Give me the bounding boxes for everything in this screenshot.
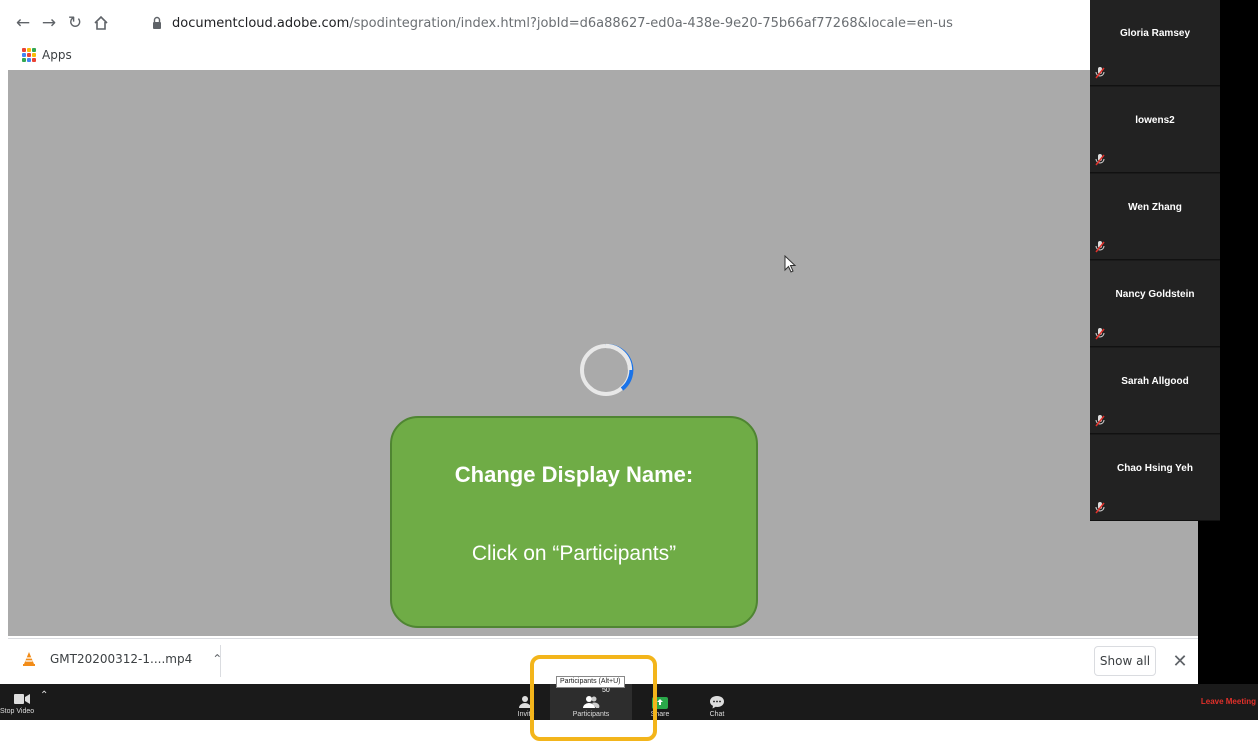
back-arrow-icon[interactable]: ← [12,12,34,34]
apps-grid-icon [22,48,36,62]
muted-mic-icon [1095,415,1105,427]
participant-tile[interactable]: Chao Hsing Yeh [1090,435,1220,521]
muted-mic-icon [1095,502,1105,514]
reload-icon[interactable]: ↻ [64,12,86,34]
participant-name: Chao Hsing Yeh [1117,463,1193,474]
video-options-chevron-icon[interactable]: ⌃ [40,690,48,701]
mouse-cursor-icon [784,255,797,273]
participant-tile[interactable]: Sarah Allgood [1090,348,1220,434]
screen: ← → ↻ documentcloud.adobe.com/spodintegr… [0,0,1258,742]
close-icon[interactable]: ✕ [1168,649,1192,673]
home-icon[interactable] [90,12,112,34]
participant-tile[interactable]: Nancy Goldstein [1090,261,1220,347]
download-filename: GMT20200312-1....mp4 [50,652,193,666]
apps-bookmark[interactable]: Apps [22,48,72,62]
participant-tile[interactable]: lowens2 [1090,87,1220,173]
callout-title: Change Display Name: [454,462,694,487]
loading-spinner-icon [580,343,634,396]
apps-label: Apps [42,48,72,62]
lock-icon [153,16,161,29]
url-path: /spodintegration/index.html?jobId=d6a886… [349,15,953,31]
muted-mic-icon [1095,241,1105,253]
chat-label: Chat [709,711,725,718]
participant-tile[interactable]: Gloria Ramsey [1090,0,1220,86]
participant-name: lowens2 [1135,115,1175,126]
instruction-callout: Change Display Name: Click on “Participa… [390,416,758,628]
leave-meeting-button[interactable]: Leave Meeting [1201,697,1256,706]
participant-video-strip: Gloria Ramsey lowens2 Wen Zhang Nancy Go… [1090,0,1220,521]
address-bar[interactable]: documentcloud.adobe.com/spodintegration/… [150,12,953,34]
participant-name: Gloria Ramsey [1119,28,1191,39]
callout-instruction: Click on “Participants” [471,542,677,565]
stop-video-label[interactable]: Stop Video [0,708,34,715]
show-all-button[interactable]: Show all [1094,646,1156,676]
browser-toolbar: ← → ↻ documentcloud.adobe.com/spodintegr… [0,0,1090,46]
chat-bubble-icon [710,696,724,709]
participant-tile[interactable]: Wen Zhang [1090,174,1220,260]
muted-mic-icon [1095,67,1105,79]
participant-name: Sarah Allgood [1121,376,1189,387]
forward-arrow-icon[interactable]: → [38,12,60,34]
vlc-cone-icon [23,652,35,666]
chat-button[interactable]: Chat [700,684,734,720]
muted-mic-icon [1095,328,1105,340]
url-domain: documentcloud.adobe.com [172,15,350,31]
participants-highlight-box [530,655,657,741]
participant-name: Nancy Goldstein [1115,289,1195,300]
download-item[interactable]: GMT20200312-1....mp4 ⌃ [22,651,222,667]
participant-name: Wen Zhang [1128,202,1182,213]
divider [220,645,221,677]
muted-mic-icon [1095,154,1105,166]
bookmarks-bar: Apps [0,44,1090,70]
